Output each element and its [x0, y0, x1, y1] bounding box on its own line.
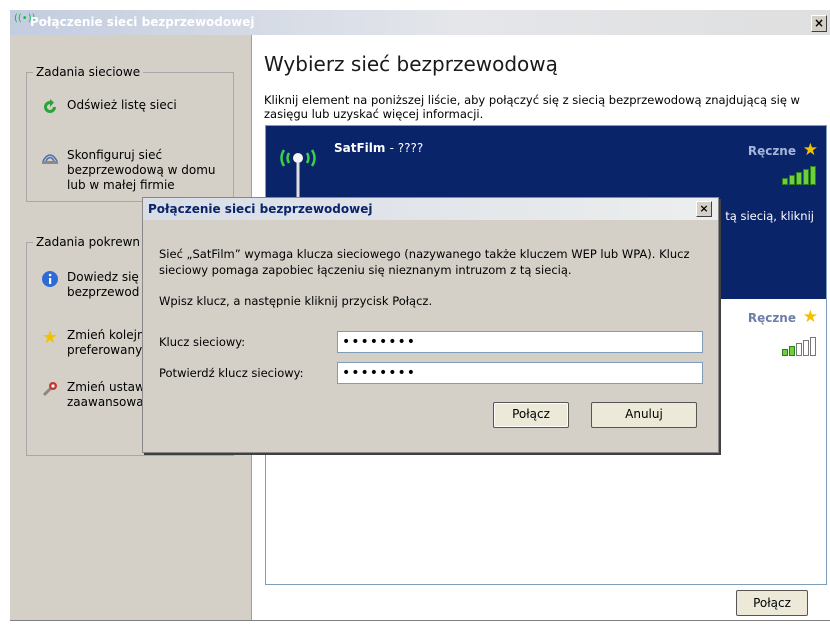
refresh-icon [41, 98, 59, 116]
network-mode-label: Ręczne [747, 144, 796, 158]
page-title: Wybierz sieć bezprzewodową [264, 52, 558, 76]
dialog-title-bar[interactable]: Połączenie sieci bezprzewodowej × [143, 198, 718, 220]
network-key-input[interactable]: •••••••• [337, 331, 703, 353]
signal-strength-icon [782, 337, 816, 356]
dialog-prompt: Wpisz klucz, a następnie kliknij przycis… [159, 294, 433, 308]
dialog-cancel-button[interactable]: Anuluj [591, 402, 697, 428]
window-title: Połączenie sieci bezprzewodowej [30, 15, 255, 29]
change-preferred-order-label: Zmień kolejn preferowany [67, 328, 145, 357]
network-tasks-group: Zadania sieciowe Odśwież listę sieci Sko… [26, 65, 234, 202]
instruction-text: Kliknij element na poniższej liście, aby… [264, 93, 800, 121]
change-advanced-settings-link[interactable]: Zmień ustaw zaawansowa [41, 380, 151, 410]
dialog-title: Połączenie sieci bezprzewodowej [148, 202, 373, 216]
network-details-text: tą siecią, kliknij [725, 209, 814, 223]
wireless-network-icon [278, 138, 318, 201]
network-key-dialog: Połączenie sieci bezprzewodowej × Sieć „… [142, 197, 719, 453]
confirm-key-input[interactable]: •••••••• [337, 362, 703, 384]
network-key-label: Klucz sieciowy: [159, 335, 246, 349]
wireless-setup-icon [41, 148, 59, 166]
setup-wireless-network-link[interactable]: Skonfiguruj sieć bezprzewodową w domu lu… [41, 148, 221, 193]
network-mode-label: Ręczne [747, 311, 796, 325]
preferred-star-icon: ★ [802, 307, 818, 327]
network-name: SatFilm - ???? [334, 141, 424, 155]
dialog-close-button[interactable]: × [696, 201, 712, 217]
change-advanced-settings-label: Zmień ustaw zaawansowa [67, 380, 145, 409]
network-tasks-legend: Zadania sieciowe [33, 65, 144, 79]
refresh-network-list-link[interactable]: Odśwież listę sieci [41, 98, 177, 116]
related-tasks-legend: Zadania pokrewn [33, 235, 144, 249]
connect-button[interactable]: Połącz [736, 590, 808, 616]
info-icon [41, 270, 59, 288]
close-button[interactable]: × [811, 15, 827, 32]
setup-wireless-network-label: Skonfiguruj sieć bezprzewodową w domu lu… [67, 148, 216, 192]
learn-about-wireless-link[interactable]: Dowiedz się bezprzewod [41, 270, 151, 300]
preferred-star-icon: ★ [802, 140, 818, 160]
settings-icon [41, 380, 59, 398]
dialog-message: Sieć „SatFilm” wymaga klucza sieciowego … [159, 247, 690, 277]
star-icon: ★ [41, 326, 59, 348]
dialog-connect-button[interactable]: Połącz [493, 402, 569, 428]
title-bar[interactable]: ((•)) Połączenie sieci bezprzewodowej × [10, 10, 830, 35]
learn-about-wireless-label: Dowiedz się bezprzewod [67, 270, 140, 299]
change-preferred-order-link[interactable]: ★ Zmień kolejn preferowany [41, 328, 151, 358]
signal-strength-icon [782, 166, 816, 185]
refresh-network-list-label: Odśwież listę sieci [67, 98, 177, 112]
confirm-key-label: Potwierdź klucz sieciowy: [159, 366, 304, 380]
